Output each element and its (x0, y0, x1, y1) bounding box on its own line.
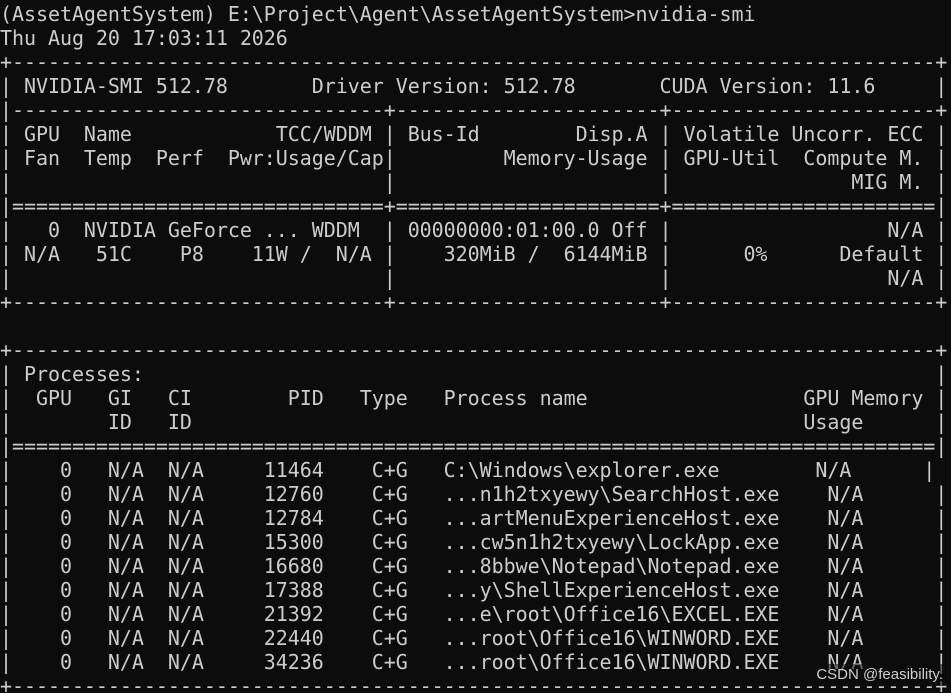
table-border-line: +---------------------------------------… (0, 674, 948, 693)
table-double-divider-line: |===============================+=======… (0, 194, 948, 218)
version-header-line: | NVIDIA-SMI 512.78 Driver Version: 512.… (0, 74, 948, 98)
process-row-line: | 0 N/A N/A 17388 C+G ...y\ShellExperien… (0, 578, 948, 602)
gpu-column-header-line: | | | MIG M. | (0, 170, 948, 194)
process-column-header-line: | GPU GI CI PID Type Process name GPU Me… (0, 386, 948, 410)
table-border-line: +---------------------------------------… (0, 50, 948, 74)
processes-title-line: | Processes: | (0, 362, 948, 386)
watermark: CSDN @feasibility. (814, 664, 945, 686)
gpu-column-header-line: | Fan Temp Perf Pwr:Usage/Cap| Memory-Us… (0, 146, 948, 170)
command-prompt-line: (AssetAgentSystem) E:\Project\Agent\Asse… (0, 2, 756, 26)
table-border-line: +---------------------------------------… (0, 338, 948, 362)
process-row-line: | 0 N/A N/A 22440 C+G ...root\Office16\W… (0, 626, 948, 650)
process-row-line: | 0 N/A N/A 12760 C+G ...n1h2txyewy\Sear… (0, 482, 948, 506)
gpu-column-header-line: | GPU Name TCC/WDDM | Bus-Id Disp.A | Vo… (0, 122, 948, 146)
table-divider-line: |-------------------------------+-------… (0, 98, 948, 122)
terminal-window[interactable]: (AssetAgentSystem) E:\Project\Agent\Asse… (0, 0, 951, 693)
process-row-line: | 0 N/A N/A 12784 C+G ...artMenuExperien… (0, 506, 948, 530)
gpu-row-line: | 0 NVIDIA GeForce ... WDDM | 00000000:0… (0, 218, 948, 242)
process-column-header-line: | ID ID Usage | (0, 410, 948, 434)
table-double-divider-line: |=======================================… (0, 434, 948, 458)
process-row-line: | 0 N/A N/A 11464 C+G C:\Windows\explore… (0, 458, 936, 482)
process-row-line: | 0 N/A N/A 15300 C+G ...cw5n1h2txyewy\L… (0, 530, 948, 554)
gpu-row-line: | N/A 51C P8 11W / N/A | 320MiB / 6144Mi… (0, 242, 948, 266)
table-border-line: +-------------------------------+-------… (0, 290, 948, 314)
process-row-line: | 0 N/A N/A 34236 C+G ...root\Office16\W… (0, 650, 948, 674)
process-row-line: | 0 N/A N/A 21392 C+G ...e\root\Office16… (0, 602, 948, 626)
process-row-line: | 0 N/A N/A 16680 C+G ...8bbwe\Notepad\N… (0, 554, 948, 578)
gpu-row-line: | | | N/A | (0, 266, 948, 290)
timestamp-line: Thu Aug 20 17:03:11 2026 (0, 26, 288, 50)
